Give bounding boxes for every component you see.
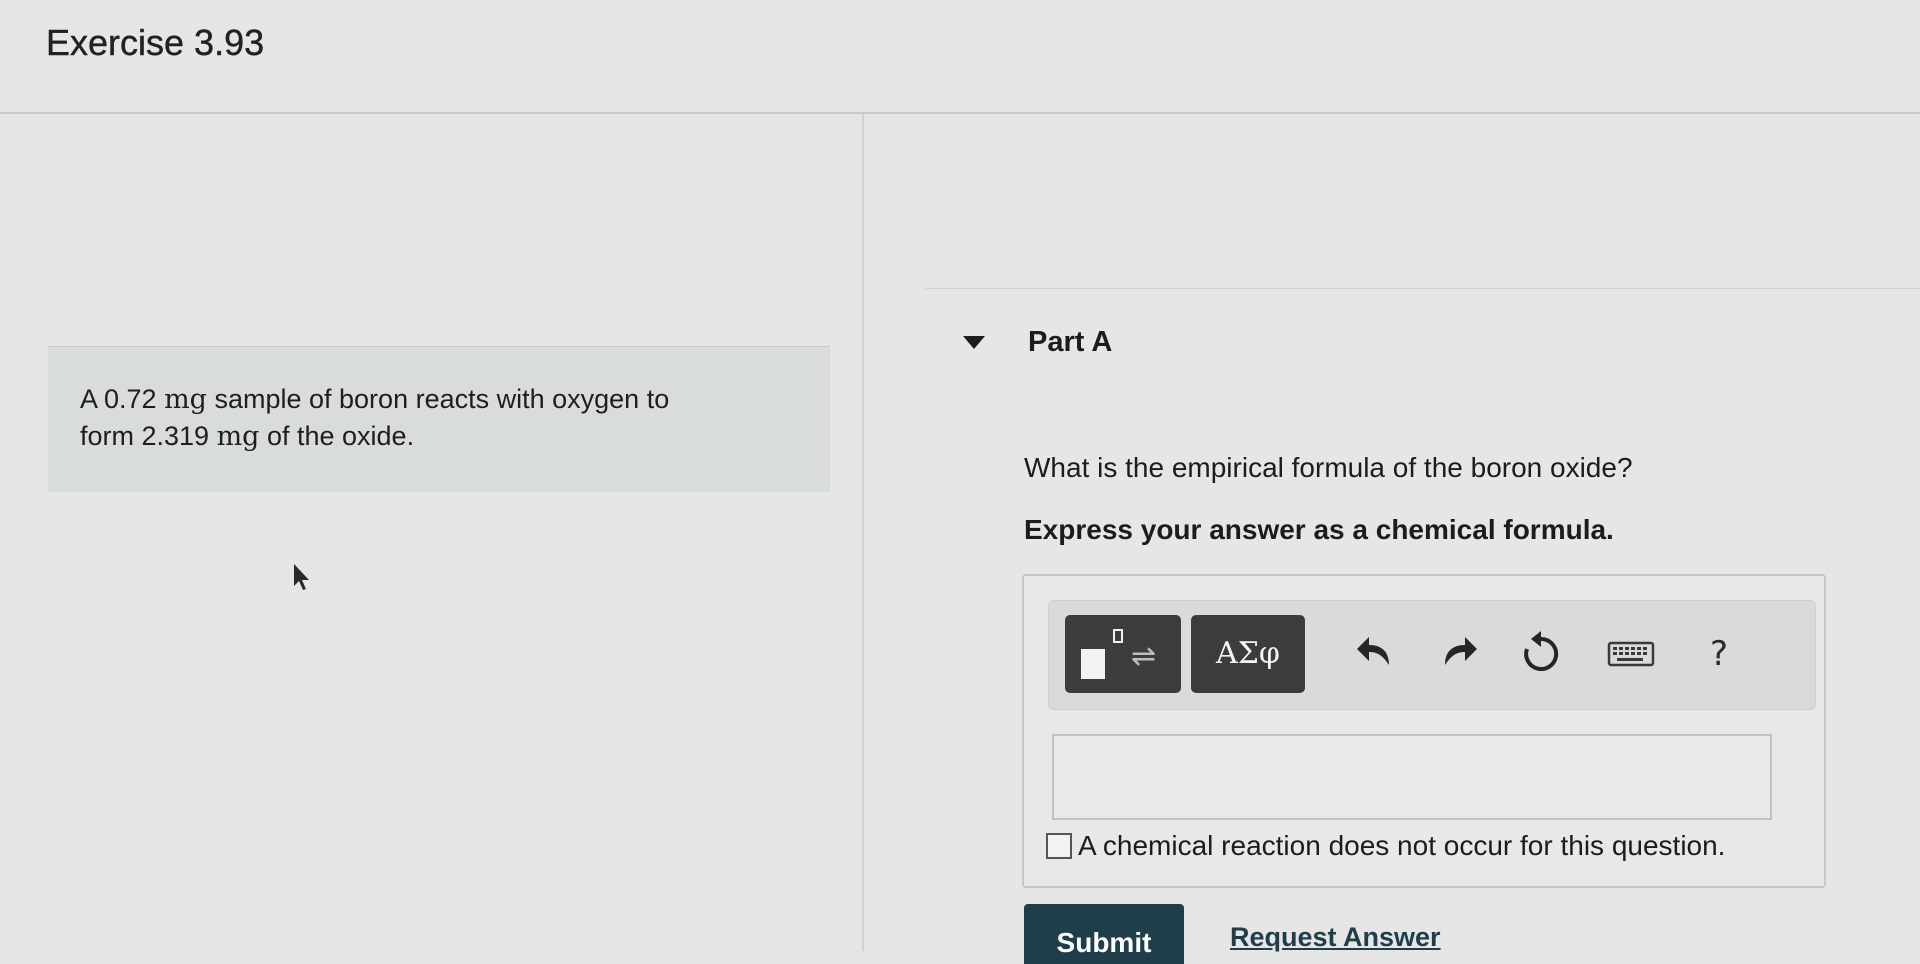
request-answer-link[interactable]: Request Answer [1230, 922, 1441, 953]
part-divider [926, 288, 1920, 289]
unit-mg: mg [164, 384, 207, 415]
no-reaction-label: A chemical reaction does not occur for t… [1078, 830, 1726, 861]
superscript-box-icon [1113, 629, 1123, 643]
reset-icon[interactable] [1511, 621, 1571, 687]
no-reaction-option[interactable]: A chemical reaction does not occur for t… [1046, 830, 1725, 862]
templates-icon [1081, 649, 1105, 679]
unit-mg: mg [216, 421, 260, 452]
instruction-text: Express your answer as a chemical formul… [1024, 514, 1614, 545]
mouse-cursor-icon [294, 564, 309, 590]
undo-icon[interactable] [1345, 621, 1405, 687]
no-reaction-checkbox[interactable] [1046, 833, 1072, 859]
problem-text: of the oxide. [259, 421, 415, 451]
part-title: Part A [1028, 326, 1113, 358]
problem-text: A 0.72 [80, 384, 165, 414]
equation-toolbar: ⇌ ΑΣφ ? [1048, 600, 1816, 710]
greek-letters-button[interactable]: ΑΣφ [1191, 615, 1305, 693]
equilibrium-arrows-icon: ⇌ [1131, 639, 1157, 674]
problem-text: sample of boron reacts with oxygen to [206, 384, 670, 414]
problem-text: form 2.319 [80, 421, 217, 451]
answer-input[interactable] [1052, 734, 1772, 820]
page-title: Exercise 3.93 [46, 22, 265, 63]
keyboard-icon[interactable] [1601, 621, 1661, 687]
problem-line-2: form 2.319 mg of the oxide. [80, 418, 830, 455]
help-icon[interactable]: ? [1689, 621, 1749, 687]
column-divider [862, 114, 864, 951]
question-text: What is the empirical formula of the bor… [1024, 452, 1633, 483]
part-collapse-toggle-icon[interactable] [963, 336, 985, 349]
header-divider [0, 112, 1920, 114]
problem-line-1: A 0.72 mg sample of boron reacts with ox… [80, 381, 830, 418]
redo-icon[interactable] [1429, 621, 1489, 687]
submit-button[interactable]: Submit [1024, 904, 1184, 964]
problem-statement: A 0.72 mg sample of boron reacts with ox… [48, 346, 830, 492]
templates-button[interactable]: ⇌ [1065, 615, 1181, 693]
